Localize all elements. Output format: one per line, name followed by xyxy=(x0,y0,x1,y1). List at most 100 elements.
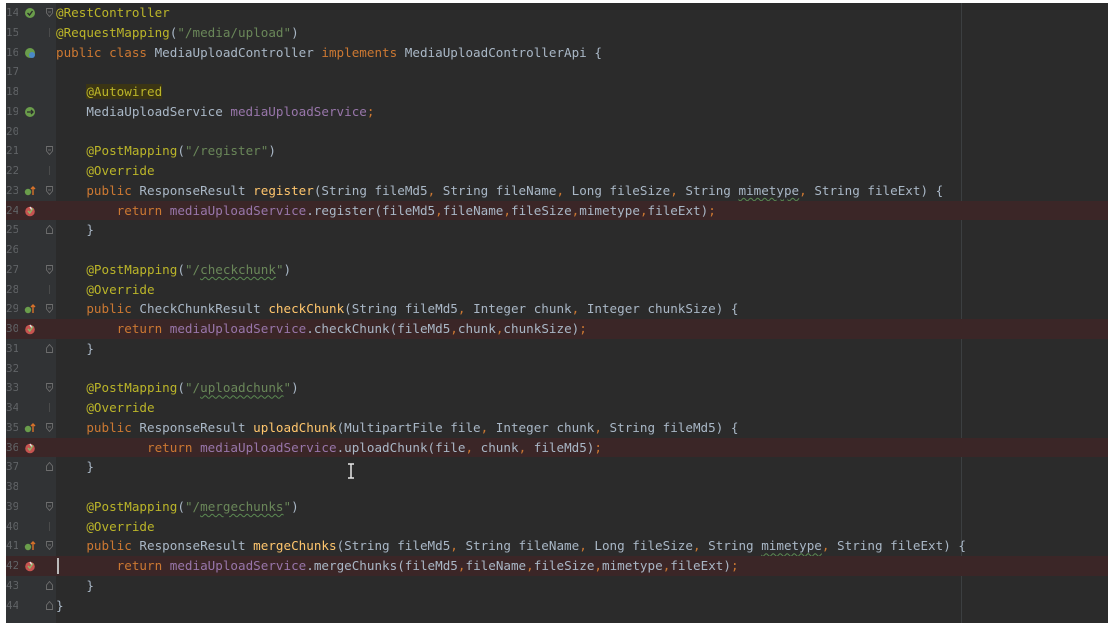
code-line[interactable]: 18 @Autowired xyxy=(6,82,1108,102)
code-text[interactable]: return mediaUploadService.checkChunk(fil… xyxy=(56,319,587,339)
line-number[interactable]: 32 xyxy=(6,359,18,379)
code-line[interactable]: 21 @PostMapping("/register") xyxy=(6,141,1108,161)
code-line[interactable]: 16 public class MediaUploadController imp… xyxy=(6,43,1108,63)
line-number[interactable]: 27 xyxy=(6,260,18,280)
code-line-breakpoint[interactable]: 24 return mediaUploadService.register(fi… xyxy=(6,200,1108,221)
code-line[interactable]: 23 public ResponseResult register(String… xyxy=(6,181,1108,201)
code-line[interactable]: 25 } xyxy=(6,220,1108,240)
code-line[interactable]: 29 public CheckChunkResult checkChunk(St… xyxy=(6,299,1108,319)
line-number[interactable]: 22 xyxy=(6,161,18,181)
fold-end-icon[interactable] xyxy=(46,225,53,235)
line-number[interactable]: 15 xyxy=(6,23,18,43)
line-number[interactable]: 35 xyxy=(6,418,18,438)
line-number[interactable]: 42 xyxy=(6,556,18,576)
line-number[interactable]: 24 xyxy=(6,201,18,221)
code-line-breakpoint[interactable]: 30 return mediaUploadService.checkChunk(… xyxy=(6,319,1108,339)
code-line[interactable]: 32 xyxy=(6,359,1108,379)
line-number[interactable]: 14 xyxy=(6,3,18,23)
code-text[interactable]: public ResponseResult register(String fi… xyxy=(56,181,943,201)
code-line[interactable]: 41 public ResponseResult mergeChunks(Str… xyxy=(6,536,1108,556)
code-text[interactable]: } xyxy=(56,457,94,477)
code-text[interactable]: return mediaUploadService.uploadChunk(fi… xyxy=(56,438,602,458)
code-text[interactable]: return mediaUploadService.register(fileM… xyxy=(56,201,716,221)
code-text[interactable]: @RestController xyxy=(56,3,170,23)
code-text[interactable]: } xyxy=(56,576,94,596)
code-text[interactable]: } xyxy=(56,220,94,240)
code-line[interactable]: 34 @Override xyxy=(6,398,1108,418)
fold-open-icon[interactable] xyxy=(46,8,53,17)
fold-open-icon[interactable] xyxy=(46,422,53,432)
code-text[interactable]: public class MediaUploadController imple… xyxy=(56,43,602,63)
code-text[interactable]: @Override xyxy=(56,398,154,418)
code-line[interactable]: 20 xyxy=(6,122,1108,142)
implements-method-icon[interactable] xyxy=(24,540,36,552)
breakpoint-icon[interactable] xyxy=(24,560,36,572)
code-line[interactable]: 27 @PostMapping("/checkchunk") xyxy=(6,260,1108,280)
code-line[interactable]: 33 @PostMapping("/uploadchunk") xyxy=(6,378,1108,398)
code-line[interactable]: 28 @Override xyxy=(6,280,1108,300)
code-text[interactable]: @Autowired xyxy=(56,82,163,102)
code-line-breakpoint[interactable]: 36 return mediaUploadService.uploadChunk… xyxy=(6,437,1108,458)
autowired-icon[interactable] xyxy=(24,106,36,118)
code-line-breakpoint[interactable]: 42 return mediaUploadService.mergeChunks… xyxy=(6,556,1108,576)
code-text[interactable]: @PostMapping("/checkchunk") xyxy=(56,260,291,280)
fold-open-icon[interactable] xyxy=(46,146,53,156)
code-line[interactable]: 26 xyxy=(6,240,1108,260)
code-text[interactable]: @Override xyxy=(56,161,154,181)
line-number[interactable]: 19 xyxy=(6,102,18,122)
line-number[interactable]: 21 xyxy=(6,141,18,161)
code-line[interactable]: 38 xyxy=(6,477,1108,497)
line-number[interactable]: 31 xyxy=(6,339,18,359)
code-text[interactable]: @Override xyxy=(56,280,154,300)
line-number[interactable]: 37 xyxy=(6,457,18,477)
line-number[interactable]: 29 xyxy=(6,299,18,319)
code-text[interactable]: public ResponseResult uploadChunk(Multip… xyxy=(56,418,738,438)
code-line[interactable]: 14 @RestController xyxy=(6,3,1108,23)
fold-open-icon[interactable] xyxy=(46,383,53,393)
implements-method-icon[interactable] xyxy=(24,422,36,434)
fold-open-icon[interactable] xyxy=(46,185,53,195)
line-number[interactable]: 40 xyxy=(6,517,18,537)
code-text[interactable]: @PostMapping("/mergechunks") xyxy=(56,497,298,517)
code-line[interactable]: 15 @RequestMapping("/media/upload") xyxy=(6,23,1108,43)
line-number[interactable]: 18 xyxy=(6,82,18,102)
line-number[interactable]: 38 xyxy=(6,477,18,497)
fold-open-icon[interactable] xyxy=(46,501,53,511)
line-number[interactable]: 34 xyxy=(6,398,18,418)
spring-bean-web-icon[interactable] xyxy=(24,47,36,59)
code-line[interactable]: 37 } xyxy=(6,457,1108,477)
code-text[interactable]: MediaUploadService mediaUploadService; xyxy=(56,102,374,122)
code-text[interactable]: @PostMapping("/register") xyxy=(56,141,276,161)
code-text[interactable]: @Override xyxy=(56,517,154,537)
fold-end-icon[interactable] xyxy=(46,343,53,353)
code-line[interactable]: 39 @PostMapping("/mergechunks") xyxy=(6,497,1108,517)
line-number[interactable]: 43 xyxy=(6,576,18,596)
fold-end-icon[interactable] xyxy=(46,600,53,610)
line-number[interactable]: 25 xyxy=(6,220,18,240)
line-number[interactable]: 33 xyxy=(6,378,18,398)
line-number[interactable]: 26 xyxy=(6,240,18,260)
fold-end-icon[interactable] xyxy=(46,462,53,472)
line-number[interactable]: 41 xyxy=(6,536,18,556)
line-number[interactable]: 44 xyxy=(6,596,18,616)
fold-open-icon[interactable] xyxy=(46,304,53,314)
code-text[interactable]: } xyxy=(56,596,64,616)
code-line[interactable]: 19 MediaUploadService mediaUploadService… xyxy=(6,102,1108,122)
line-number[interactable]: 30 xyxy=(6,319,18,339)
code-text[interactable]: @PostMapping("/uploadchunk") xyxy=(56,378,298,398)
code-line[interactable]: 31 } xyxy=(6,339,1108,359)
code-text[interactable]: return mediaUploadService.mergeChunks(fi… xyxy=(56,556,739,576)
line-number[interactable]: 17 xyxy=(6,62,18,82)
implements-method-icon[interactable] xyxy=(24,303,36,315)
code-line[interactable]: 40 @Override xyxy=(6,517,1108,537)
code-text[interactable]: } xyxy=(56,339,94,359)
breakpoint-icon[interactable] xyxy=(24,205,36,217)
line-number[interactable]: 39 xyxy=(6,497,18,517)
fold-end-icon[interactable] xyxy=(46,580,53,590)
line-number[interactable]: 16 xyxy=(6,43,18,63)
code-text[interactable]: public ResponseResult mergeChunks(String… xyxy=(56,536,966,556)
code-text[interactable]: public CheckChunkResult checkChunk(Strin… xyxy=(56,299,738,319)
spring-bean-icon[interactable] xyxy=(24,7,36,19)
code-line[interactable]: 22 @Override xyxy=(6,161,1108,181)
breakpoint-icon[interactable] xyxy=(24,323,36,335)
